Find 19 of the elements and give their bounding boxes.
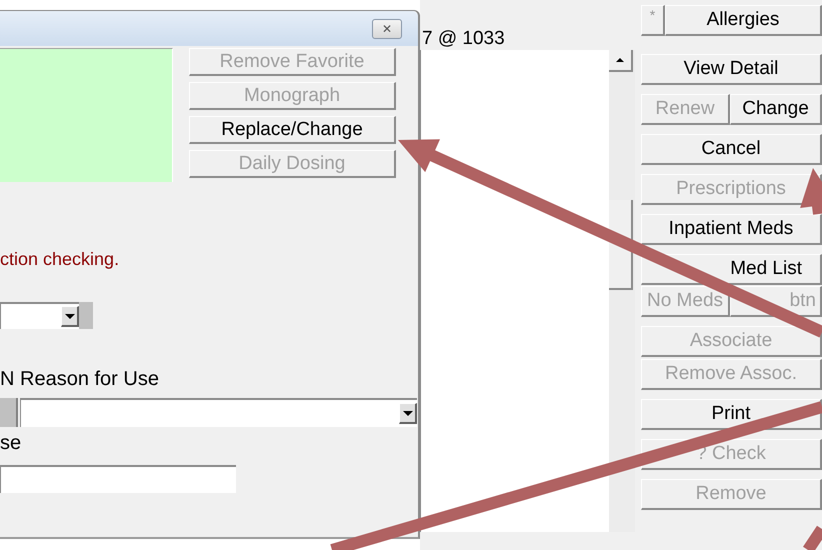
dropdown-field[interactable] xyxy=(20,398,417,427)
list-header: 7 @ 1033 xyxy=(421,27,506,50)
scroll-up-icon[interactable] xyxy=(609,50,633,72)
side-button[interactable]: Allergies xyxy=(665,5,822,36)
flag-button[interactable]: * xyxy=(641,5,665,36)
scrollbar[interactable] xyxy=(609,50,635,532)
input-field[interactable] xyxy=(0,465,236,493)
field-label: N Reason for Use xyxy=(0,368,160,392)
side-button[interactable]: Inpatient Meds xyxy=(641,214,822,245)
warning-text: ction checking. xyxy=(0,249,120,271)
order-list[interactable] xyxy=(420,50,635,532)
field-label: se xyxy=(0,432,22,456)
dropdown-field[interactable] xyxy=(0,302,79,329)
side-button[interactable]: View Detail xyxy=(641,54,822,85)
side-button[interactable]: Change xyxy=(730,94,822,125)
close-button[interactable]: ✕ xyxy=(372,18,402,38)
dialog-button[interactable]: Replace/Change xyxy=(189,116,396,144)
side-button[interactable]: Cancel xyxy=(641,134,822,165)
splitter-bar xyxy=(79,302,93,329)
